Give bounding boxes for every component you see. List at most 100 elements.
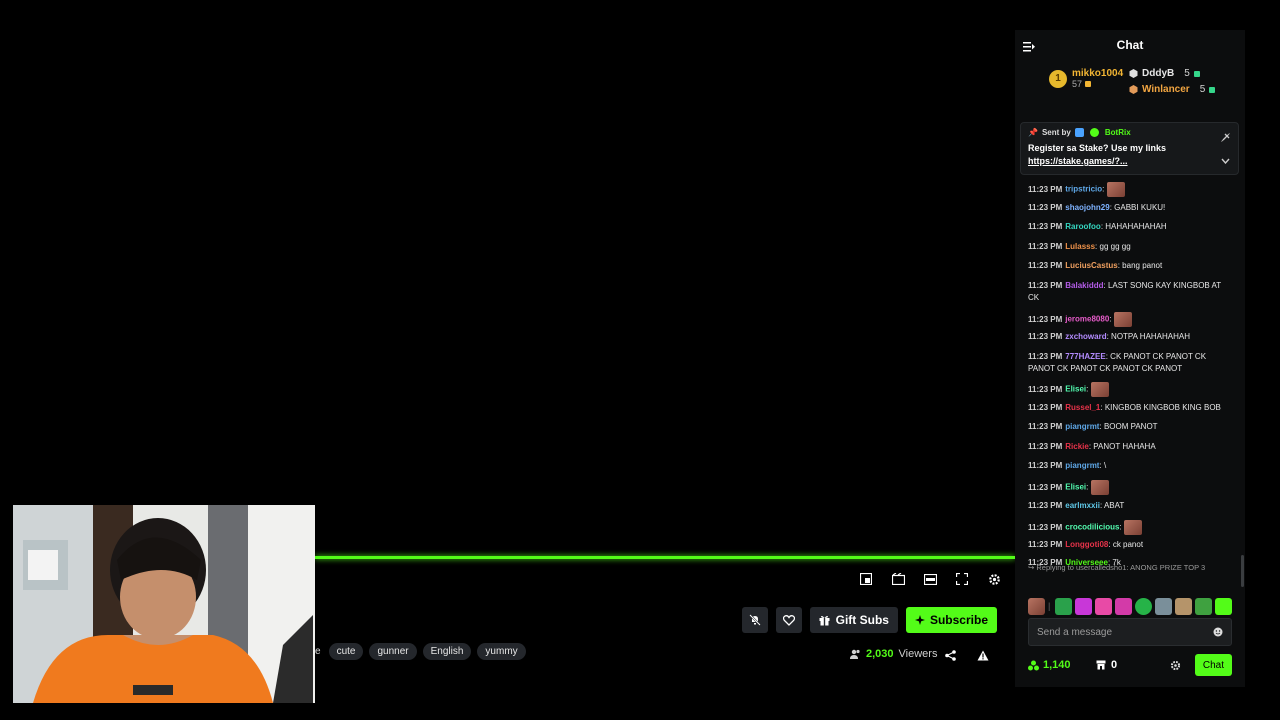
emoji-icon[interactable] [1213, 627, 1223, 637]
message-username[interactable]: Elisei [1065, 483, 1086, 492]
message-username[interactable]: piangrmt [1065, 461, 1099, 470]
message-time: 11:23 PM [1028, 222, 1063, 231]
bot-name: BotRix [1104, 128, 1131, 137]
stream-actions: Gift Subs Subscribe [741, 607, 997, 633]
message-username[interactable]: 777HAZEE [1065, 352, 1105, 361]
star-icon [914, 615, 925, 625]
fullscreen-icon[interactable] [951, 568, 973, 590]
message-time: 11:23 PM [1028, 501, 1063, 510]
message-username[interactable]: Elisei [1065, 385, 1086, 394]
message-username[interactable]: jerome8080 [1065, 315, 1109, 324]
chat-scrollbar[interactable] [1241, 555, 1244, 587]
theater-icon[interactable] [887, 568, 909, 590]
message-username[interactable]: zxchoward [1065, 332, 1106, 341]
message-username[interactable]: Lulasss [1065, 242, 1095, 251]
pinned-header: 📌 Sent by BotRix [1028, 128, 1231, 137]
heart-icon [782, 614, 795, 626]
emote-button[interactable] [1075, 597, 1092, 615]
emote-image [1113, 312, 1132, 327]
chat-header: Chat [1015, 30, 1245, 60]
leaderboard-first[interactable]: 1 mikko1004 57 [1049, 68, 1123, 89]
message-time: 11:23 PM [1028, 281, 1063, 290]
settings-gear-icon[interactable] [983, 568, 1005, 590]
send-chat-button[interactable]: Chat [1194, 654, 1232, 676]
leaderboard-points: 5 [1184, 68, 1190, 79]
chat-input[interactable] [1037, 626, 1213, 638]
webcam-overlay [13, 505, 315, 703]
store-button[interactable]: 0 [1096, 659, 1117, 671]
emote-button[interactable] [1028, 597, 1045, 615]
chat-title: Chat [1116, 38, 1144, 52]
emote-button[interactable] [1055, 597, 1072, 615]
collapse-chat-icon[interactable] [1023, 39, 1036, 57]
message-time: 11:23 PM [1028, 384, 1063, 394]
points-value: 1,140 [1043, 659, 1071, 671]
pinned-link[interactable]: https://stake.games/?... [1028, 155, 1231, 168]
chat-settings-icon[interactable] [1170, 658, 1181, 676]
tag-chip[interactable]: English [422, 643, 472, 660]
report-icon[interactable] [977, 648, 989, 666]
tag-chip[interactable]: gunner [369, 643, 417, 660]
tag-chip[interactable]: yummy [477, 643, 526, 660]
viewer-number: 2,030 [866, 648, 894, 660]
leaderboard-row[interactable]: DddyB 5 [1129, 68, 1200, 79]
store-count: 0 [1111, 659, 1118, 671]
emote-image [1090, 480, 1109, 495]
message-username[interactable]: Russel_1 [1065, 403, 1100, 412]
subscribe-button[interactable]: Subscribe [905, 607, 997, 633]
captions-icon[interactable] [919, 568, 941, 590]
message-username[interactable]: Balakiddd [1065, 281, 1103, 290]
message-time: 11:23 PM [1028, 314, 1063, 324]
emote-button[interactable] [1135, 597, 1152, 615]
points-icon [1028, 660, 1039, 670]
emote-button[interactable] [1215, 597, 1232, 615]
follow-button[interactable] [775, 607, 802, 633]
message-username[interactable]: tripstricio [1065, 185, 1102, 194]
leaderboard-row[interactable]: Winlancer 5 [1129, 84, 1216, 95]
message-username[interactable]: piangrmt [1065, 422, 1099, 431]
message-text: BOOM PANOT [1103, 422, 1158, 431]
emote-button[interactable] [1095, 597, 1112, 615]
chat-message: 11:23 PM Russel_1: KINGBOB KINGBOB KING B… [1028, 402, 1234, 414]
message-time: 11:23 PM [1028, 482, 1063, 492]
message-username[interactable]: LuciusCastus [1065, 261, 1117, 270]
emote-button[interactable] [1175, 597, 1192, 615]
emote-image [1123, 520, 1142, 535]
chat-input-box[interactable] [1028, 618, 1232, 646]
bot-badge-icon [1074, 128, 1084, 137]
message-username[interactable]: Rickie [1065, 442, 1089, 451]
unpin-icon[interactable] [1221, 129, 1230, 147]
bell-off-icon [748, 614, 761, 626]
message-username[interactable]: shaojohn29 [1065, 203, 1109, 212]
pin-icon: 📌 [1028, 128, 1038, 137]
pinned-message[interactable]: 📌 Sent by BotRix Register sa Stake? Use … [1020, 122, 1239, 175]
gift-subs-button[interactable]: Gift Subs [809, 607, 898, 633]
chat-message: 11:23 PM earlmxxii: ABAT [1028, 500, 1234, 512]
leaderboard-points: 57 [1072, 79, 1083, 89]
emote-button[interactable] [1155, 597, 1172, 615]
share-icon[interactable] [945, 648, 956, 666]
miniplayer-icon[interactable] [855, 568, 877, 590]
video-player[interactable] [44, 30, 1015, 557]
message-username[interactable]: Raroofoo [1065, 222, 1101, 231]
channel-points[interactable]: 1,140 [1028, 659, 1071, 671]
chevron-down-icon[interactable] [1221, 151, 1230, 169]
message-time: 11:23 PM [1028, 522, 1063, 532]
message-username[interactable]: earlmxxii [1065, 501, 1100, 510]
tag-list: e cute gunner English yummy [315, 643, 526, 660]
emote-button[interactable] [1115, 597, 1132, 615]
message-text: \ [1103, 461, 1107, 470]
mute-notifications-button[interactable] [741, 607, 768, 633]
chat-message: 11:23 PM Raroofoo: HAHAHAHAHAH [1028, 221, 1234, 233]
emote-button[interactable] [1195, 597, 1212, 615]
tag-chip[interactable]: cute [328, 643, 364, 660]
chat-message: 11:23 PM piangrmt: BOOM PANOT [1028, 421, 1234, 433]
pinned-body: Register sa Stake? Use my links https://… [1028, 142, 1231, 168]
message-time: 11:23 PM [1028, 332, 1063, 341]
message-username[interactable]: Longgoti08 [1065, 540, 1108, 549]
message-username[interactable]: crocodilicious [1065, 523, 1119, 532]
gift-icon [819, 615, 830, 625]
reply-text: Replying to usercalledsho1: ANONG PRIZE … [1036, 563, 1206, 572]
tag-partial[interactable]: e [315, 646, 321, 657]
message-text: ck panot [1112, 540, 1144, 549]
